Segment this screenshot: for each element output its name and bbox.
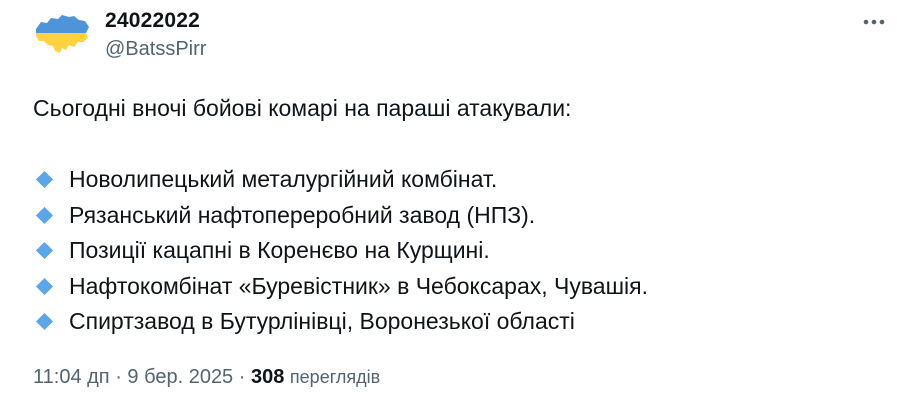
views-count: 308 bbox=[250, 366, 285, 388]
list-item-text: Новолипецький металургійний комбінат. bbox=[69, 166, 498, 192]
list-item: Спиртзавод в Бутурлінівці, Воронезької о… bbox=[33, 304, 893, 340]
author-display-name[interactable]: 24022022 bbox=[105, 10, 206, 31]
tweet-date: 9 бер. 2025 bbox=[127, 366, 234, 388]
tweet-intro: Сьогодні вночі бойові комарі на параші а… bbox=[33, 95, 572, 121]
small-blue-diamond-icon bbox=[35, 277, 54, 295]
views-label: переглядів bbox=[289, 367, 381, 387]
avatar[interactable] bbox=[33, 12, 91, 58]
tweet-text: Сьогодні вночі бойові комарі на параші а… bbox=[33, 91, 893, 340]
more-options-icon bbox=[863, 19, 885, 25]
list-item: Нафтокомбінат «Буревістник» в Чебоксарах… bbox=[33, 269, 893, 305]
more-options-button[interactable] bbox=[857, 8, 891, 36]
author-block: 24022022 @BatssPirr bbox=[105, 10, 206, 59]
list-item: Позиції кацапні в Коренєво на Курщині. bbox=[33, 233, 893, 269]
list-item: Рязанський нафтопереробний завод (НПЗ). bbox=[33, 198, 893, 234]
ukraine-map-icon bbox=[36, 15, 89, 53]
list-item-text: Нафтокомбінат «Буревістник» в Чебоксарах… bbox=[69, 272, 649, 299]
tweet-meta: 11:04 дп · 9 бер. 2025 · 308 переглядів bbox=[33, 366, 380, 389]
list-item-text: Рязанський нафтопереробний завод (НПЗ). bbox=[69, 201, 536, 228]
list-item-text: Спиртзавод в Бутурлінівці, Воронезької о… bbox=[69, 308, 575, 334]
small-blue-diamond-icon bbox=[35, 313, 54, 331]
meta-separator: · bbox=[115, 366, 122, 388]
list-item: Новолипецький металургійний комбінат. bbox=[33, 162, 893, 198]
small-blue-diamond-icon bbox=[35, 242, 54, 260]
tweet-card: 24022022 @BatssPirr Сьогодні вночі бойов… bbox=[0, 0, 913, 410]
tweet-timestamp[interactable]: 11:04 дп · 9 бер. 2025 bbox=[33, 366, 233, 388]
list-item-text: Позиції кацапні в Коренєво на Курщині. bbox=[69, 237, 490, 263]
meta-separator: · bbox=[238, 366, 246, 388]
author-handle[interactable]: @BatssPirr bbox=[105, 39, 206, 59]
small-blue-diamond-icon bbox=[35, 206, 54, 224]
target-list: Новолипецький металургійний комбінат. Ря… bbox=[33, 162, 893, 340]
small-blue-diamond-icon bbox=[35, 171, 54, 189]
tweet-time: 11:04 дп bbox=[33, 366, 110, 388]
